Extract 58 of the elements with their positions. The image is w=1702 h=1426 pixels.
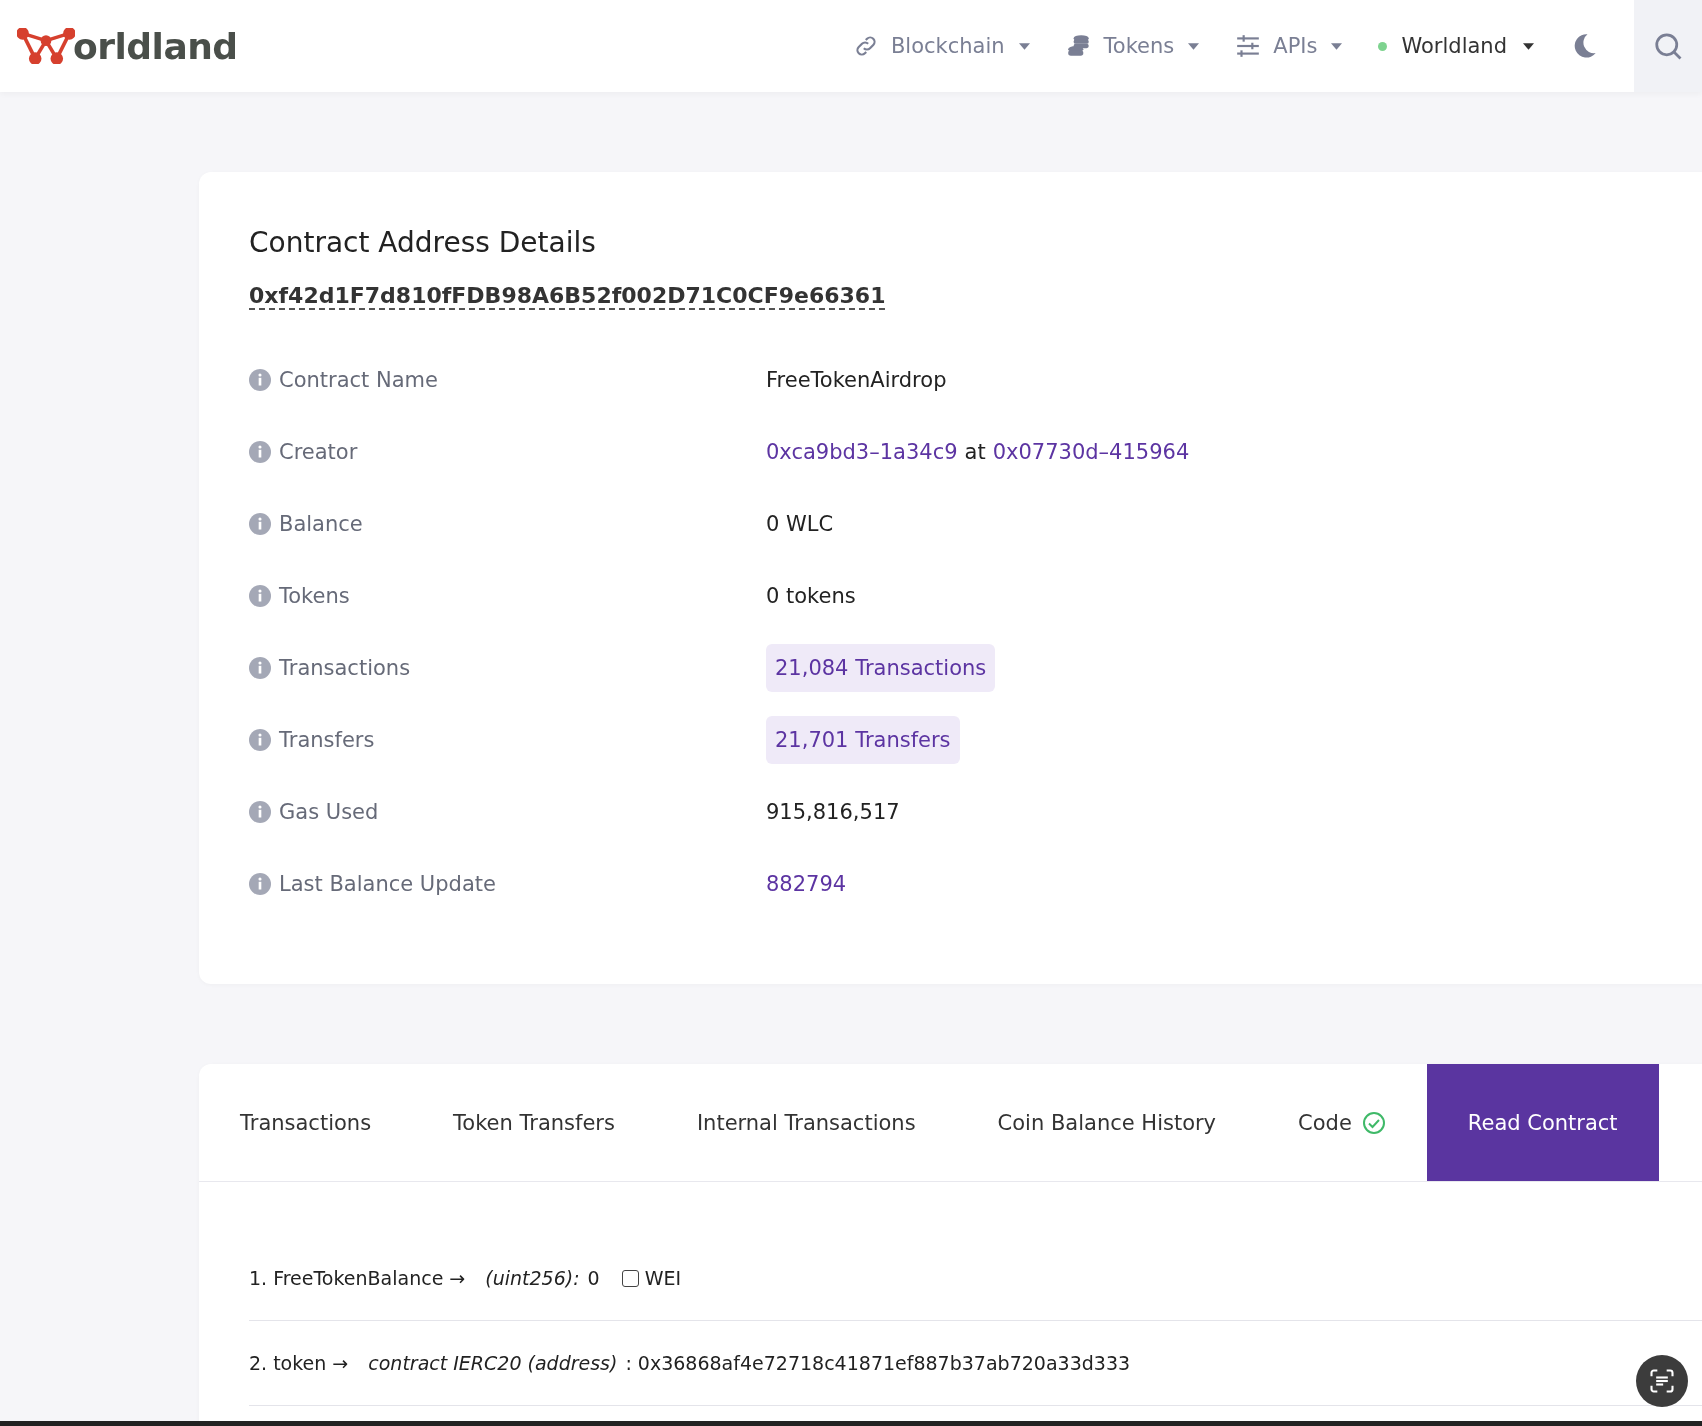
return-value: 0 (587, 1267, 600, 1290)
block-link[interactable]: 882794 (766, 872, 847, 897)
card-title: Contract Address Details (249, 226, 597, 259)
sliders-icon (1235, 33, 1262, 59)
tab[interactable]: Internal Transactions (655, 1064, 957, 1182)
creation-tx-link[interactable]: 0x07730d–415964 (992, 440, 1190, 465)
tab[interactable]: Code (1257, 1064, 1427, 1182)
method-name: 1. FreeTokenBalance → (249, 1267, 466, 1290)
field-value: 0 WLC (766, 512, 834, 537)
field-value: 0 tokens (766, 584, 856, 609)
nav-menu[interactable]: Worldland (1378, 34, 1534, 58)
field-label: Balance (279, 512, 363, 537)
nav-menu[interactable]: APIs (1235, 33, 1343, 59)
tab[interactable]: Token Transfers (412, 1064, 656, 1182)
caret-icon (1188, 42, 1200, 50)
return-value: : 0x36868af4e72718c41871ef887b37ab720a33d333 (625, 1352, 1131, 1375)
search-icon (1653, 31, 1683, 61)
field-label: Tokens (279, 584, 350, 609)
at-text: at (964, 440, 986, 465)
info-icon (249, 513, 271, 536)
coins-icon (1065, 33, 1092, 59)
info-icon (249, 729, 271, 752)
tab[interactable]: Transactions (199, 1064, 413, 1182)
caret-icon (1018, 42, 1030, 50)
logo-text: orldland (73, 25, 238, 67)
field-label: Gas Used (279, 800, 379, 825)
field-label: Transfers (279, 728, 375, 753)
logo-mark-icon (17, 28, 75, 64)
caret-icon (1523, 42, 1534, 50)
info-icon (249, 801, 271, 824)
field-label: Creator (279, 440, 358, 465)
info-icon (249, 657, 271, 680)
tab[interactable]: Read Contract (1426, 1064, 1659, 1182)
search-button[interactable] (1634, 0, 1702, 92)
status-dot-icon (1378, 41, 1388, 51)
method-name: 2. token → (249, 1352, 349, 1375)
field-label: Transactions (279, 656, 411, 681)
caret-icon (1331, 42, 1343, 50)
contract-address-link[interactable]: 0xf42d1F7d810fFDB98A6B52f002D71C0CF9e66361 (249, 283, 886, 311)
return-type: (uint256): (485, 1267, 580, 1290)
info-icon (249, 873, 271, 896)
field-label: Last Balance Update (279, 872, 496, 897)
count-link[interactable]: 21,084 Transactions (766, 644, 996, 693)
field-value: FreeTokenAirdrop (766, 368, 947, 393)
info-icon (249, 369, 271, 392)
text-scan-icon (1648, 1367, 1676, 1395)
checkbox-label: WEI (644, 1267, 682, 1290)
return-type: contract IERC20 (address) (368, 1352, 618, 1375)
info-icon (249, 585, 271, 608)
count-link[interactable]: 21,701 Transfers (766, 716, 960, 765)
info-icon (249, 441, 271, 464)
field-label: Contract Name (279, 368, 438, 393)
nav-menu[interactable]: Tokens (1065, 33, 1200, 59)
field-value: 915,816,517 (766, 800, 900, 825)
nav-menu[interactable]: Blockchain (852, 33, 1030, 59)
wei-checkbox[interactable] (621, 1269, 639, 1287)
creator-address-link[interactable]: 0xca9bd3–1a34c9 (766, 440, 958, 465)
tab[interactable]: Coin Balance History (956, 1064, 1258, 1182)
